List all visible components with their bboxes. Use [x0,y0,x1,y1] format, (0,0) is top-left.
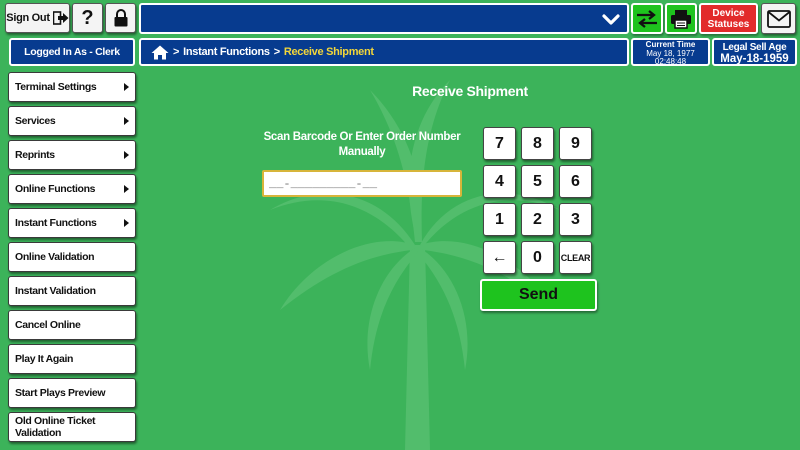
caret-right-icon [124,219,129,227]
sidebar-item-label: Services [15,115,56,127]
breadcrumb-separator: > [173,46,180,58]
sidebar-item-label: Reprints [15,149,55,161]
caret-right-icon [124,151,129,159]
help-label: ? [81,6,94,29]
envelope-icon [766,9,791,28]
breadcrumb-separator: > [273,46,280,58]
sidebar-item-label: Start Plays Preview [15,387,106,399]
sidebar-item-cancel-online[interactable]: Cancel Online [8,310,136,340]
transfer-button[interactable] [631,3,663,34]
breadcrumb-item-instant-functions[interactable]: Instant Functions [183,46,270,58]
sidebar-item-play-it-again[interactable]: Play It Again [8,344,136,374]
sidebar-item-start-plays-preview[interactable]: Start Plays Preview [8,378,136,408]
chevron-down-icon [602,14,620,25]
device-statuses-button[interactable]: Device Statuses [699,3,758,34]
caret-right-icon [124,117,129,125]
send-button[interactable]: Send [480,279,597,311]
lock-button[interactable] [105,3,136,33]
help-button[interactable]: ? [72,3,103,33]
keypad-key-6[interactable]: 6 [559,165,592,198]
keypad-key-3[interactable]: 3 [559,203,592,236]
keypad-key-backspace[interactable]: ← [483,241,516,274]
sidebar-item-label: Cancel Online [15,319,81,331]
sidebar-item-label: Terminal Settings [15,81,97,93]
keypad-key-0[interactable]: 0 [521,241,554,274]
logged-in-status: Logged In As - Clerk [9,38,135,66]
sign-out-label: Sign Out [6,12,50,24]
scan-barcode-label: Scan Barcode Or Enter Order Number Manua… [263,131,461,158]
function-dropdown[interactable] [139,3,629,34]
current-time: 02:48:48 [654,57,687,66]
printer-icon [671,9,691,29]
legal-sell-age-display: Legal Sell Age May-18-1959 [712,38,797,66]
sidebar-item-reprints[interactable]: Reprints [8,140,136,170]
keypad-key-1[interactable]: 1 [483,203,516,236]
sidebar-item-services[interactable]: Services [8,106,136,136]
keypad-key-8[interactable]: 8 [521,127,554,160]
home-icon[interactable] [151,45,169,60]
legal-sell-age-label: Legal Sell Age [722,42,787,53]
keypad-key-9[interactable]: 9 [559,127,592,160]
sidebar-item-online-validation[interactable]: Online Validation [8,242,136,272]
caret-right-icon [124,185,129,193]
backspace-arrow-icon: ← [491,248,508,266]
page-title: Receive Shipment [412,83,528,99]
sidebar-item-terminal-settings[interactable]: Terminal Settings [8,72,136,102]
legal-sell-age-date: May-18-1959 [720,53,789,65]
barcode-input[interactable] [262,170,462,197]
logged-in-label: Logged In As - Clerk [24,46,120,58]
device-statuses-line2: Statuses [707,18,750,30]
sidebar-item-online-functions[interactable]: Online Functions [8,174,136,204]
breadcrumb-current: Receive Shipment [283,46,374,58]
transfer-arrows-icon [637,9,657,28]
sidebar-item-label: Online Validation [15,251,95,263]
messages-button[interactable] [761,3,796,34]
current-time-display: Current Time May 18, 1977 02:48:48 [631,38,710,66]
keypad-key-5[interactable]: 5 [521,165,554,198]
lock-icon [114,9,127,27]
sidebar-item-label: Play It Again [15,353,74,365]
sign-out-button[interactable]: Sign Out [5,3,70,33]
device-statuses-line1: Device [712,7,745,19]
keypad-key-4[interactable]: 4 [483,165,516,198]
caret-right-icon [124,83,129,91]
sidebar-item-old-online-ticket-validation[interactable]: Old Online Ticket Validation [8,412,136,442]
sidebar-item-label: Online Functions [15,183,96,195]
breadcrumb: > Instant Functions > Receive Shipment [139,38,629,66]
sidebar-item-instant-functions[interactable]: Instant Functions [8,208,136,238]
sidebar-item-label: Instant Functions [15,217,97,229]
keypad-key-7[interactable]: 7 [483,127,516,160]
exit-arrow-icon [52,11,69,25]
print-button[interactable] [665,3,697,34]
sidebar-item-label: Old Online Ticket Validation [15,415,96,439]
sidebar-item-label: Instant Validation [15,285,96,297]
keypad-key-clear[interactable]: CLEAR [559,241,592,274]
keypad-key-2[interactable]: 2 [521,203,554,236]
sidebar-item-instant-validation[interactable]: Instant Validation [8,276,136,306]
